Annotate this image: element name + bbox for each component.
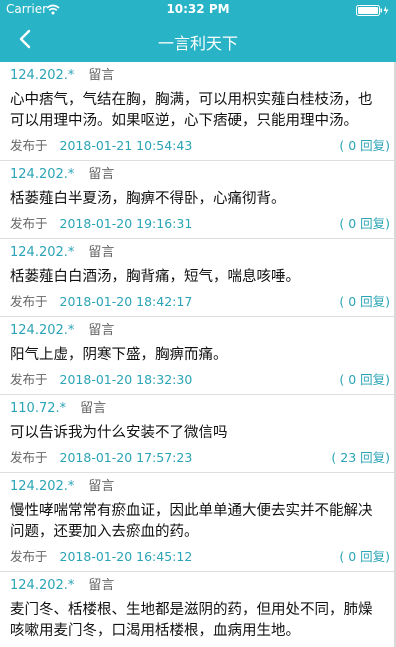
- comment-date: 2018-01-20 19:16:31: [59, 216, 193, 231]
- comment-text: 麦门冬、栝楼根、生地都是滋阴的药，但用处不同，肺燥咳嗽用麦门冬，口渴用栝楼根，血…: [10, 602, 373, 639]
- comment-item[interactable]: 124.202.* 留言 心中痞气，气结在胸，胸满，可以用枳实薤白桂枝汤，也可以用…: [0, 62, 394, 161]
- nav-bar: 一言利天下: [0, 20, 396, 62]
- comment-header: 124.202.* 留言: [10, 166, 384, 184]
- published-label: 发布于: [10, 549, 48, 564]
- comment-date: 2018-01-20 18:32:30: [59, 372, 193, 387]
- comment-date: 2018-01-20 18:42:17: [59, 294, 193, 309]
- comment-text: 栝蒌薤白白酒汤，胸背痛，短气，喘息咳唾。: [10, 269, 300, 285]
- comment-header: 124.202.* 留言: [10, 67, 384, 85]
- comment-date: 2018-01-20 17:57:23: [59, 450, 193, 465]
- status-bar: Carrier 10:32 PM: [0, 0, 396, 20]
- reply-count-link[interactable]: ( 0 回复): [339, 216, 390, 232]
- battery-icon: [356, 5, 390, 19]
- comment-item[interactable]: 124.202.* 留言 慢性哮喘常常有瘀血证，因此单单通大便去实并不能解决问题，…: [0, 473, 394, 572]
- comment-item[interactable]: 124.202.* 留言 栝蒌薤白白酒汤，胸背痛，短气，喘息咳唾。 发布于 2018…: [0, 239, 394, 317]
- published-label: 发布于: [10, 450, 48, 465]
- comment-ip: 124.202.*: [10, 68, 75, 83]
- comment-date: 2018-01-21 10:54:43: [59, 138, 193, 153]
- comment-tag: 留言: [88, 68, 115, 83]
- page-title: 一言利天下: [157, 34, 238, 53]
- published-label: 发布于: [10, 216, 48, 231]
- reply-count-link[interactable]: ( 0 回复): [339, 549, 390, 565]
- comment-text: 栝蒌薤白半夏汤，胸痹不得卧，心痛彻背。: [10, 191, 286, 207]
- published-label: 发布于: [10, 372, 48, 387]
- published-label: 发布于: [10, 138, 48, 153]
- comment-meta: 发布于 2018-01-20 18:42:17 ( 0 回复): [10, 294, 390, 310]
- comment-meta: 发布于 2018-01-21 10:54:43 ( 0 回复): [10, 138, 390, 154]
- comment-tag: 留言: [80, 401, 107, 416]
- app-header: Carrier 10:32 PM 一言利天下: [0, 0, 396, 62]
- comment-item[interactable]: 124.202.* 留言 阳气上虚，阴寒下盛，胸痹而痛。 发布于 2018-01-2…: [0, 317, 394, 395]
- comment-header: 124.202.* 留言: [10, 322, 384, 340]
- comment-item[interactable]: 124.202.* 留言 麦门冬、栝楼根、生地都是滋阴的药，但用处不同，肺燥咳嗽用…: [0, 572, 394, 647]
- comment-text: 可以告诉我为什么安装不了微信吗: [10, 425, 228, 441]
- comment-item[interactable]: 124.202.* 留言 栝蒌薤白半夏汤，胸痹不得卧，心痛彻背。 发布于 2018-…: [0, 161, 394, 239]
- comment-header: 124.202.* 留言: [10, 244, 384, 262]
- reply-count-link[interactable]: ( 0 回复): [339, 294, 390, 310]
- comment-meta: 发布于 2018-01-20 18:32:30 ( 0 回复): [10, 372, 390, 388]
- status-time: 10:32 PM: [166, 2, 230, 16]
- comment-header: 124.202.* 留言: [10, 577, 384, 595]
- comment-tag: 留言: [88, 245, 115, 260]
- comment-date: 2018-01-20 16:45:12: [59, 549, 193, 564]
- comment-item[interactable]: 110.72.* 留言 可以告诉我为什么安装不了微信吗 发布于 2018-01-20…: [0, 395, 394, 473]
- comment-ip: 124.202.*: [10, 245, 75, 260]
- published-label: 发布于: [10, 294, 48, 309]
- reply-count-link[interactable]: ( 0 回复): [339, 372, 390, 388]
- comment-ip: 124.202.*: [10, 578, 75, 593]
- comment-tag: 留言: [88, 479, 115, 494]
- comment-meta: 发布于 2018-01-20 17:57:23 ( 23 回复): [10, 450, 390, 466]
- comment-header: 124.202.* 留言: [10, 478, 384, 496]
- comment-ip: 110.72.*: [10, 401, 67, 416]
- comment-tag: 留言: [88, 323, 115, 338]
- comment-ip: 124.202.*: [10, 323, 75, 338]
- comment-text: 心中痞气，气结在胸，胸满，可以用枳实薤白桂枝汤，也可以用理中汤。如果呕逆，心下痞…: [10, 92, 373, 129]
- comment-text: 阳气上虚，阴寒下盛，胸痹而痛。: [10, 347, 228, 363]
- reply-count-link[interactable]: ( 23 回复): [331, 450, 390, 466]
- comment-text: 慢性哮喘常常有瘀血证，因此单单通大便去实并不能解决问题，还要加入去瘀血的药。: [10, 503, 373, 540]
- comment-list[interactable]: 124.202.* 留言 心中痞气，气结在胸，胸满，可以用枳实薤白桂枝汤，也可以用…: [0, 62, 396, 647]
- comment-meta: 发布于 2018-01-20 19:16:31 ( 0 回复): [10, 216, 390, 232]
- comment-header: 110.72.* 留言: [10, 400, 384, 418]
- comment-meta: 发布于 2018-01-20 16:45:12 ( 0 回复): [10, 549, 390, 565]
- comment-ip: 124.202.*: [10, 167, 75, 182]
- comment-tag: 留言: [88, 167, 115, 182]
- comment-tag: 留言: [88, 578, 115, 593]
- comment-ip: 124.202.*: [10, 479, 75, 494]
- reply-count-link[interactable]: ( 0 回复): [339, 138, 390, 154]
